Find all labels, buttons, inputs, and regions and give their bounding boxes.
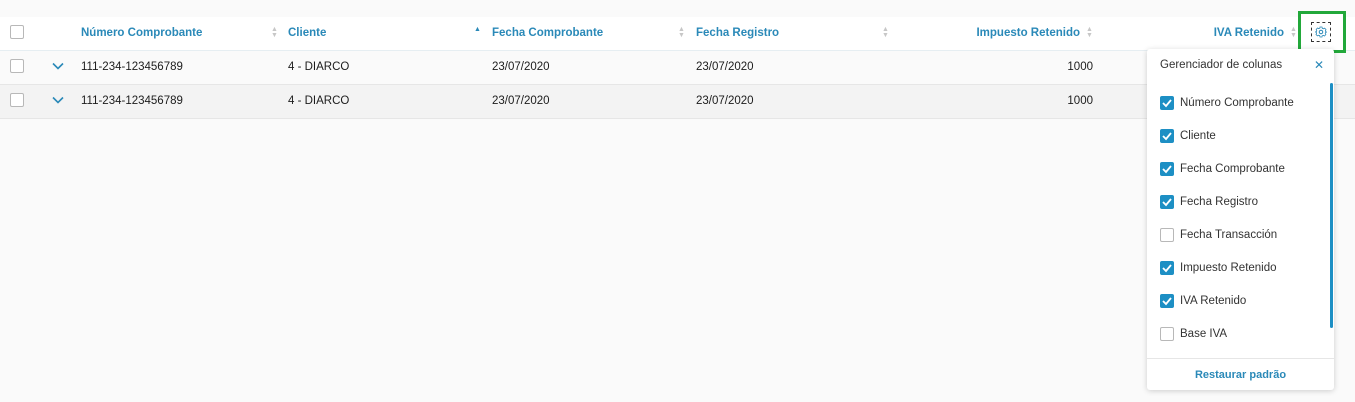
column-option-label: Cliente bbox=[1180, 130, 1216, 142]
sort-icon[interactable]: ▲ ▼ bbox=[678, 26, 685, 39]
column-header-fecha-comprobante[interactable]: Fecha Comprobante bbox=[492, 17, 603, 50]
column-header-numero-comprobante[interactable]: Número Comprobante bbox=[81, 17, 202, 50]
column-option-label: Número Comprobante bbox=[1180, 97, 1294, 109]
column-header-fecha-registro[interactable]: Fecha Registro bbox=[696, 17, 779, 50]
restore-default-button[interactable]: Restaurar padrão bbox=[1147, 358, 1334, 391]
chevron-down-icon[interactable] bbox=[52, 60, 64, 72]
row-checkbox[interactable] bbox=[10, 59, 24, 73]
row-checkbox[interactable] bbox=[10, 93, 24, 107]
scrollbar[interactable] bbox=[1330, 83, 1333, 328]
cell-fecha-comprobante: 23/07/2020 bbox=[492, 95, 550, 107]
column-header-impuesto-retenido[interactable]: Impuesto Retenido bbox=[900, 17, 1080, 50]
cell-cliente: 4 - DIARCO bbox=[288, 95, 350, 107]
column-header-cliente[interactable]: Cliente bbox=[288, 17, 326, 50]
checkbox-checked[interactable] bbox=[1160, 162, 1174, 176]
checkbox-checked[interactable] bbox=[1160, 195, 1174, 209]
check-icon bbox=[1162, 99, 1172, 108]
chevron-down-icon[interactable] bbox=[52, 94, 64, 106]
checkbox-checked[interactable] bbox=[1160, 261, 1174, 275]
checkbox-unchecked[interactable] bbox=[1160, 228, 1174, 242]
checkbox-checked[interactable] bbox=[1160, 129, 1174, 143]
checkbox-checked[interactable] bbox=[1160, 294, 1174, 308]
checkbox-checked[interactable] bbox=[1160, 96, 1174, 110]
gear-icon bbox=[1315, 26, 1327, 38]
cell-fecha-comprobante: 23/07/2020 bbox=[492, 61, 550, 73]
check-icon bbox=[1162, 297, 1172, 306]
cell-numero-comprobante: 111-234-123456789 bbox=[81, 61, 183, 73]
column-manager-panel: Gerenciador de colunas ✕ Número Comproba… bbox=[1147, 49, 1334, 390]
cell-fecha-registro: 23/07/2020 bbox=[696, 61, 754, 73]
check-icon bbox=[1162, 264, 1172, 273]
checkbox-unchecked[interactable] bbox=[1160, 327, 1174, 341]
sort-icon[interactable]: ▲ ▼ bbox=[271, 26, 278, 39]
cell-fecha-registro: 23/07/2020 bbox=[696, 95, 754, 107]
sort-ascending-icon[interactable]: ▲ bbox=[474, 26, 481, 39]
column-option-label: Fecha Comprobante bbox=[1180, 163, 1285, 175]
column-settings-button[interactable] bbox=[1311, 22, 1331, 42]
column-settings-highlight bbox=[1298, 11, 1346, 53]
cell-impuesto-retenido: 1000 bbox=[1067, 61, 1093, 73]
cell-cliente: 4 - DIARCO bbox=[288, 61, 350, 73]
close-icon[interactable]: ✕ bbox=[1314, 57, 1324, 73]
column-option-label: Base IVA bbox=[1180, 328, 1228, 340]
table-header: Número Comprobante ▲ ▼ Cliente ▲ Fecha Co… bbox=[0, 17, 1355, 51]
sort-icon[interactable]: ▲ ▼ bbox=[1290, 26, 1297, 39]
column-manager-title: Gerenciador de colunas bbox=[1160, 59, 1283, 71]
column-option-label: Impuesto Retenido bbox=[1180, 262, 1277, 274]
check-icon bbox=[1162, 132, 1172, 141]
cell-numero-comprobante: 111-234-123456789 bbox=[81, 95, 183, 107]
column-option-label: IVA Retenido bbox=[1180, 295, 1247, 307]
select-all-checkbox[interactable] bbox=[10, 25, 24, 39]
cell-impuesto-retenido: 1000 bbox=[1067, 95, 1093, 107]
column-header-iva-retenido[interactable]: IVA Retenido bbox=[1104, 17, 1284, 50]
sort-icon[interactable]: ▲ ▼ bbox=[882, 26, 889, 39]
sort-icon[interactable]: ▲ ▼ bbox=[1086, 26, 1093, 39]
column-option-label: Fecha Registro bbox=[1180, 196, 1258, 208]
check-icon bbox=[1162, 198, 1172, 207]
column-option-label: Fecha Transacción bbox=[1180, 229, 1278, 241]
check-icon bbox=[1162, 165, 1172, 174]
